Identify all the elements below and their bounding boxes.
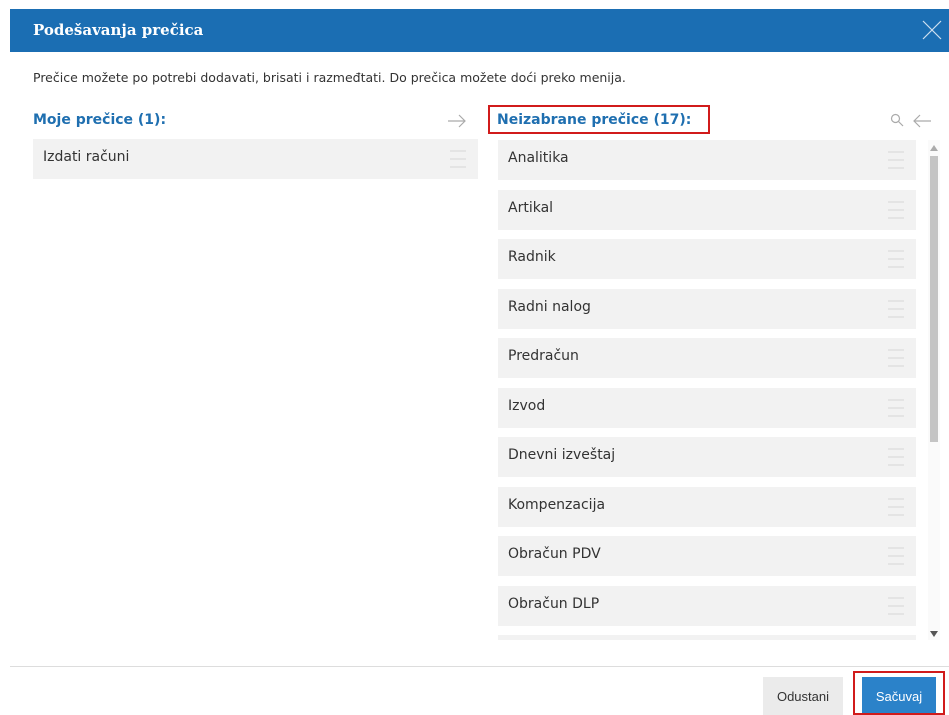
unselected-shortcut-item[interactable]: Radni nalog [498, 288, 916, 329]
footer-divider [10, 666, 949, 667]
shortcut-label: Kompenzacija [508, 496, 606, 513]
unselected-shortcut-item[interactable]: Izvod [498, 387, 916, 428]
my-shortcut-item[interactable]: Izdati računi [33, 139, 478, 179]
drag-handle-icon[interactable] [888, 497, 904, 517]
unselected-shortcut-item[interactable]: Obračun DLP [498, 585, 916, 626]
shortcut-label: Radnik [508, 249, 556, 265]
heading-highlight-box [488, 105, 710, 134]
scroll-up-icon[interactable] [930, 145, 938, 151]
drag-handle-icon[interactable] [888, 299, 904, 319]
search-icon[interactable] [890, 113, 904, 127]
unselected-shortcuts-list[interactable]: Analitika Artikal Radnik Radni nalog Predrač… [490, 140, 928, 640]
shortcut-label: Analitika [508, 150, 569, 166]
drag-handle-icon[interactable] [888, 249, 904, 269]
unselected-shortcut-item[interactable]: Obračun PDV [498, 536, 916, 576]
unselected-shortcut-item[interactable]: Kompenzacija [498, 486, 916, 527]
drag-handle-icon[interactable] [888, 447, 904, 467]
unselected-shortcut-item[interactable]: Analitika [498, 140, 916, 180]
shortcut-label: Obračun PDV [508, 546, 601, 562]
scroll-down-icon[interactable] [930, 631, 938, 637]
drag-handle-icon[interactable] [888, 398, 904, 418]
shortcut-label: Predračun [508, 348, 579, 364]
drag-handle-icon[interactable] [888, 348, 904, 368]
drag-handle-icon[interactable] [450, 149, 466, 169]
unselected-shortcut-item[interactable]: Radnik [498, 239, 916, 279]
close-icon[interactable] [921, 19, 943, 41]
my-shortcuts-heading: Moje prečice (1): [33, 112, 167, 128]
drag-handle-icon[interactable] [888, 150, 904, 170]
arrow-left-icon[interactable] [912, 114, 932, 128]
dialog-titlebar: Podešavanja prečica [10, 9, 949, 52]
arrow-right-icon[interactable] [447, 114, 467, 128]
cancel-button[interactable]: Odustani [763, 677, 843, 715]
drag-handle-icon[interactable] [888, 546, 904, 566]
drag-handle-icon[interactable] [888, 200, 904, 220]
dialog-description: Prečice možete po potrebi dodavati, bris… [33, 70, 626, 85]
unselected-shortcut-item-partial[interactable] [498, 635, 916, 640]
scrollbar-thumb[interactable] [930, 156, 938, 442]
dialog-title: Podešavanja prečica [33, 21, 204, 39]
unselected-shortcut-item[interactable]: Predračun [498, 338, 916, 378]
unselected-shortcut-item[interactable]: Dnevni izveštaj [498, 437, 916, 477]
save-highlight-box [853, 671, 945, 715]
unselected-shortcut-item[interactable]: Artikal [498, 189, 916, 230]
shortcut-label: Radni nalog [508, 298, 591, 315]
shortcut-label: Artikal [508, 199, 554, 216]
shortcut-label: Dnevni izveštaj [508, 447, 616, 463]
drag-handle-icon[interactable] [888, 596, 904, 616]
shortcut-label: Obračun DLP [508, 595, 600, 612]
shortcut-label: Izvod [508, 397, 546, 414]
shortcut-label: Izdati računi [43, 149, 130, 165]
